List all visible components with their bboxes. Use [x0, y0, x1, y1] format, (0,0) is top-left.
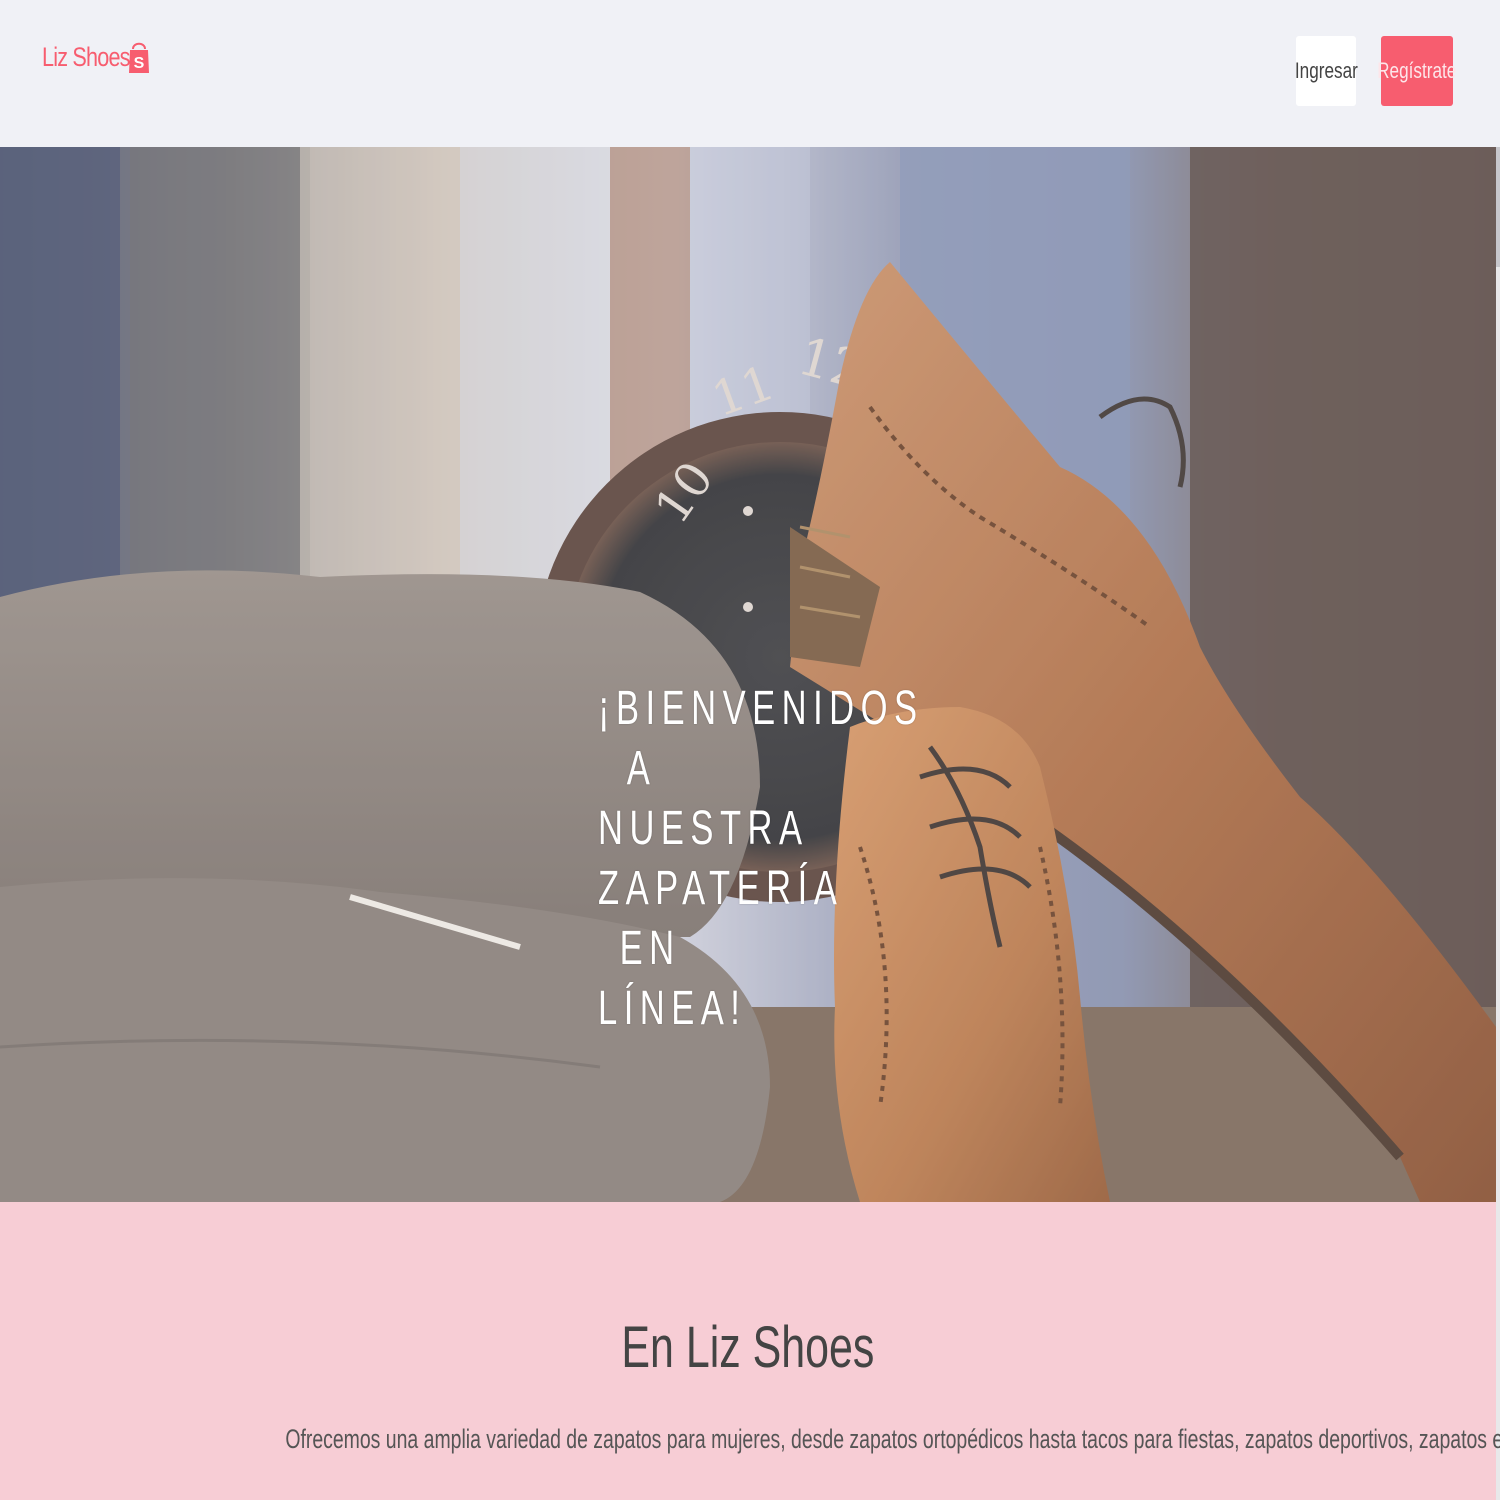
about-title-text: En Liz Shoes [621, 1315, 875, 1380]
hero-title-line: ¡BIENVENIDOS [598, 682, 924, 735]
navbar: Liz Shoes S Ingresar Regístrate [0, 0, 1500, 147]
about-description: Ofrecemos una amplia variedad de zapatos… [0, 1424, 1500, 1455]
about-description-text: Ofrecemos una amplia variedad de zapatos… [285, 1424, 1500, 1454]
hero-title-line: A [626, 742, 657, 795]
hero-image: 12 11 10 [0, 147, 1496, 1202]
shopping-bag-icon: S [129, 42, 149, 73]
hero-title-line: EN [619, 922, 681, 975]
hero-title-line: ZAPATERÍA [598, 862, 844, 915]
hero-title-line: NUESTRA [598, 802, 809, 855]
scrollbar-thumb[interactable] [1496, 147, 1500, 267]
hero-title-line: LÍNEA! [598, 982, 747, 1035]
login-button[interactable]: Ingresar [1294, 36, 1358, 106]
hero-banner: 12 11 10 ¡BIENVENIDOS A NUESTRA ZAPATERÍ… [0, 147, 1496, 1202]
hero-title: ¡BIENVENIDOS A NUESTRA ZAPATERÍA EN LÍNE… [598, 679, 924, 1039]
register-button-label: Regístrate [1377, 58, 1457, 83]
about-title: En Liz Shoes [0, 1314, 1496, 1381]
login-button-label: Ingresar [1294, 58, 1358, 83]
brand-name: Liz Shoes [42, 41, 130, 72]
brand-logo-link[interactable]: Liz Shoes S [42, 40, 150, 74]
page: Liz Shoes S Ingresar Regístrate 12 11 10… [0, 0, 1500, 1500]
svg-text:S: S [134, 55, 145, 72]
vertical-scrollbar[interactable] [1496, 147, 1500, 1500]
register-button[interactable]: Regístrate [1377, 36, 1457, 106]
about-section: En Liz Shoes Ofrecemos una amplia varied… [0, 1202, 1500, 1500]
